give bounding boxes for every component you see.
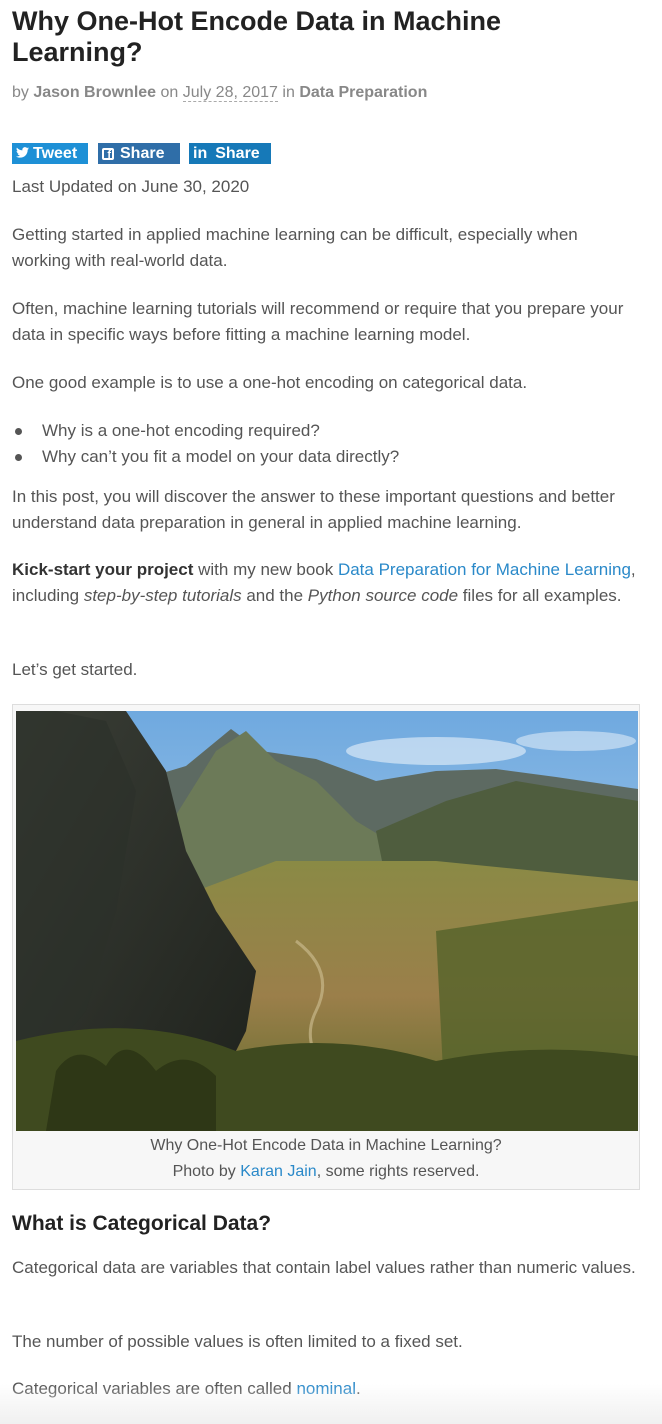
list-item-text: Why can’t you fit a model on your data d… [42,447,400,466]
linkedin-share-button[interactable]: in Share [189,143,271,164]
photographer-link[interactable]: Karan Jain [240,1163,317,1180]
paragraph-tutorials: Often, machine learning tutorials will r… [12,299,624,344]
linkedin-share-label: Share [215,145,260,162]
byline-on: on [160,84,179,101]
paragraph-fixed-set: The number of possible values is often l… [12,1332,463,1351]
publish-date: July 28, 2017 [182,84,278,102]
byline-in: in [282,84,295,101]
paragraph-started: Let’s get started. [12,660,138,679]
article-title: Why One-Hot Encode Data in Machine Learn… [12,6,502,67]
section-heading: What is Categorical Data? [12,1212,272,1235]
bullet-icon [15,454,22,461]
kickstart-emphasis: step-by-step tutorials [83,586,242,605]
figure-caption: Why One-Hot Encode Data in Machine Learn… [13,1133,639,1185]
bottom-fade [0,1384,662,1424]
caption-title: Why One-Hot Encode Data in Machine Learn… [150,1137,502,1154]
linkedin-icon: in [193,145,208,162]
kickstart-text: files for all examples. [458,586,622,605]
last-updated: Last Updated on June 30, 2020 [12,177,250,196]
tweet-button[interactable]: Tweet [12,143,88,164]
bullet-icon [15,428,22,435]
paragraph-intro: Getting started in applied machine learn… [12,225,578,270]
byline-by: by [12,84,29,101]
paragraph-categorical: Categorical data are variables that cont… [12,1258,636,1277]
kickstart-text: and the [241,586,308,605]
facebook-share-label: Share [120,145,165,162]
facebook-share-button[interactable]: f Share [98,143,180,164]
paragraph-example: One good example is to use a one-hot enc… [12,373,528,392]
kickstart-text: with my new book [193,560,338,579]
mountain-valley-photo [16,711,638,1131]
list-item: Why is a one-hot encoding required? [12,418,399,444]
caption-prefix: Photo by [172,1163,241,1180]
caption-suffix: , some rights reserved. [316,1163,480,1180]
author-link[interactable]: Jason Brownlee [33,84,156,101]
facebook-icon: f [102,147,114,161]
kickstart-bold: Kick-start your project [12,560,194,579]
byline: by Jason Brownlee on July 28, 2017 in Da… [12,84,427,102]
caption-credit: Photo by Karan Jain, some rights reserve… [13,1159,639,1185]
twitter-bird-icon [16,143,29,164]
book-link[interactable]: Data Preparation for Machine Learning [338,560,631,579]
list-item: Why can’t you fit a model on your data d… [12,444,399,470]
kickstart-emphasis: Python source code [307,586,459,605]
paragraph-discover: In this post, you will discover the answ… [12,487,615,532]
tweet-label: Tweet [33,145,78,162]
paragraph-kickstart: Kick-start your project with my new book… [12,557,637,609]
question-list: Why is a one-hot encoding required? Why … [12,418,399,470]
article-figure: Why One-Hot Encode Data in Machine Learn… [12,704,640,1190]
list-item-text: Why is a one-hot encoding required? [42,421,320,440]
category-link[interactable]: Data Preparation [299,84,427,101]
